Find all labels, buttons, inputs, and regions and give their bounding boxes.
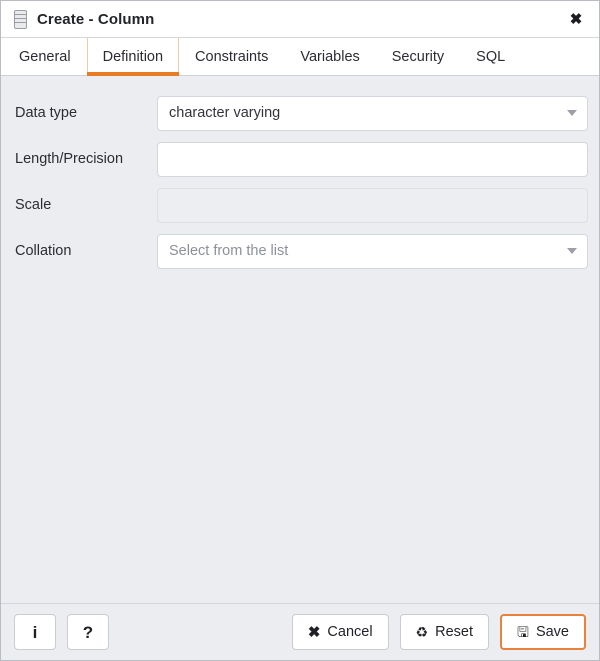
close-x-icon: ✖ <box>307 623 321 641</box>
cancel-button-label: Cancel <box>327 624 373 640</box>
row-scale: Scale <box>12 182 588 228</box>
create-column-dialog: Create - Column ✖ General Definition Con… <box>0 0 600 661</box>
length-precision-input[interactable] <box>157 141 588 177</box>
data-type-label: Data type <box>15 105 78 121</box>
dialog-title: Create - Column <box>37 10 155 28</box>
save-button[interactable]: 🖫 Save <box>500 614 586 650</box>
tab-bar: General Definition Constraints Variables… <box>1 38 599 76</box>
scale-label: Scale <box>15 197 52 213</box>
chevron-down-icon <box>567 110 577 116</box>
close-icon[interactable]: ✖ <box>565 8 587 30</box>
question-mark-icon: ? <box>82 622 94 642</box>
footer-left-group: i ? <box>14 614 109 650</box>
data-type-value: character varying <box>169 105 281 121</box>
cancel-button[interactable]: ✖ Cancel <box>291 614 389 650</box>
collation-select[interactable]: Select from the list <box>157 233 588 269</box>
row-data-type: Data type character varying <box>12 90 588 136</box>
tab-constraints[interactable]: Constraints <box>179 38 284 75</box>
collation-label: Collation <box>15 243 72 259</box>
tab-sql[interactable]: SQL <box>460 38 521 75</box>
chevron-down-icon <box>567 248 577 254</box>
info-button[interactable]: i <box>14 614 56 650</box>
tab-general[interactable]: General <box>3 38 87 75</box>
column-icon <box>14 9 27 29</box>
scale-input <box>157 187 588 223</box>
tab-variables[interactable]: Variables <box>284 38 375 75</box>
dialog-footer: i ? ✖ Cancel ♻ Reset 🖫 Save <box>1 603 599 660</box>
collation-placeholder: Select from the list <box>169 243 289 259</box>
help-button[interactable]: ? <box>67 614 109 650</box>
reset-button[interactable]: ♻ Reset <box>399 614 489 650</box>
dialog-titlebar: Create - Column ✖ <box>1 1 599 38</box>
save-button-label: Save <box>535 624 569 640</box>
floppy-disk-icon: 🖫 <box>517 624 529 640</box>
tab-security[interactable]: Security <box>376 38 460 75</box>
footer-right-group: ✖ Cancel ♻ Reset 🖫 Save <box>291 614 586 650</box>
info-icon: i <box>32 622 38 642</box>
tab-definition[interactable]: Definition <box>86 38 180 76</box>
row-length-precision: Length/Precision <box>12 136 588 182</box>
definition-panel: Data type character varying Length/Preci… <box>1 76 599 603</box>
recycle-icon: ♻ <box>415 624 429 640</box>
row-collation: Collation Select from the list <box>12 228 588 274</box>
data-type-select[interactable]: character varying <box>157 95 588 131</box>
reset-button-label: Reset <box>435 624 473 640</box>
length-precision-label: Length/Precision <box>15 151 124 167</box>
